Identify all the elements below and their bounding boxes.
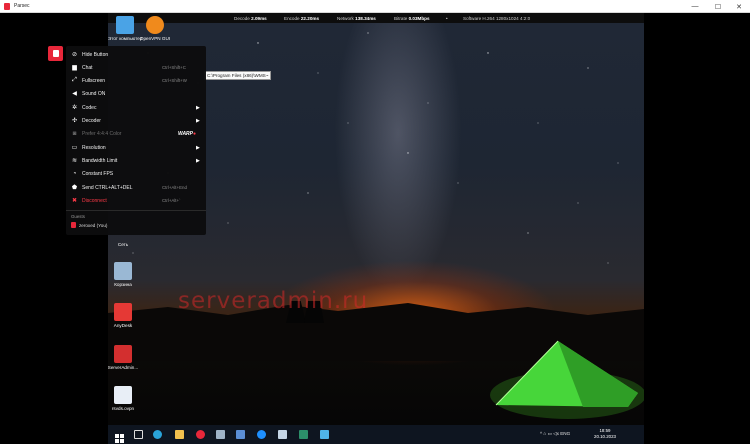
desktop-icon-rsvds-ovpn[interactable]: rsvds.ovpn xyxy=(106,386,140,411)
eye-slash-icon: ⊘ xyxy=(71,52,78,58)
menu-item-fullscreen[interactable]: ⤢ Fullscreen Ctrl+Shift+W xyxy=(66,74,206,87)
parsec-overlay-button[interactable] xyxy=(48,46,63,61)
anydesk-icon xyxy=(114,303,132,321)
glowing-tent xyxy=(490,340,644,419)
windows-taskbar: ^ ⌂ ▭ ◁x ENG 18:59 20.10.2023 xyxy=(108,425,644,444)
menu-divider xyxy=(66,210,206,211)
path-tooltip: C:\Program Files (x86)\WMS~ xyxy=(204,71,272,80)
watermark: serveradmin.ru xyxy=(178,288,369,314)
app-icon[interactable] xyxy=(216,430,225,439)
ovpn-file-icon xyxy=(114,386,132,404)
close-button[interactable]: ✕ xyxy=(728,0,750,13)
parsec-overlay-menu: ⊘ Hide Button ▆ Chat Ctrl+Shift+C ⤢ Full… xyxy=(66,46,206,235)
menu-item-constant-fps[interactable]: ◔ Constant FPS xyxy=(66,167,206,180)
guest-list-item[interactable]: zeroxed (You) xyxy=(71,222,107,228)
chevron-right-icon: ▶ xyxy=(196,157,200,164)
opera-icon[interactable] xyxy=(196,430,205,439)
notepad-icon[interactable] xyxy=(278,430,287,439)
guest-avatar-icon xyxy=(71,222,76,228)
stat-bitrate: Bitrate 0.03Mbps xyxy=(394,15,430,21)
parsec-logo-icon xyxy=(52,50,59,57)
chat-icon: ▆ xyxy=(72,65,77,71)
desktop-icon-serveradmin[interactable]: ServerAdmin... xyxy=(106,345,140,370)
wifi-icon: ≋ xyxy=(71,158,78,164)
stat-network: Network 138.34ms xyxy=(337,15,376,21)
minimize-button[interactable]: — xyxy=(684,0,706,13)
stat-codec: Software H.264 1280x1024 4:2:0 xyxy=(463,15,531,21)
menu-item-disconnect[interactable]: ✖ Disconnect Ctrl+Alt+` xyxy=(66,194,206,207)
fullscreen-icon: ⤢ xyxy=(72,77,77,83)
recycle-bin-icon xyxy=(114,262,132,280)
decoder-icon: ✣ xyxy=(71,118,78,124)
maximize-button[interactable]: ☐ xyxy=(707,0,729,13)
desktop-icon-this-pc[interactable]: Этот компьютер xyxy=(108,16,142,41)
stat-separator: • xyxy=(446,15,448,21)
screen-icon[interactable] xyxy=(320,430,329,439)
gear-icon: ✲ xyxy=(71,105,78,111)
openvpn-icon xyxy=(146,16,164,34)
menu-item-chat[interactable]: ▆ Chat Ctrl+Shift+C xyxy=(66,61,206,74)
stat-decode: Decode 2.09ms xyxy=(234,15,267,21)
internet-explorer-icon[interactable] xyxy=(257,430,266,439)
desktop-icon-anydesk[interactable]: AnyDesk xyxy=(106,303,140,328)
camera-icon: ◙ xyxy=(72,130,77,137)
parsec-logo-icon xyxy=(4,2,10,10)
start-button[interactable] xyxy=(115,430,124,443)
remote-desktop-icon[interactable] xyxy=(236,430,245,439)
guests-heading: Guests xyxy=(71,214,85,219)
menu-item-codec[interactable]: ✲ Codec ▶ xyxy=(66,101,206,114)
menu-item-decoder[interactable]: ✣ Decoder ▶ xyxy=(66,114,206,127)
menu-item-sound[interactable]: ◀ Sound ON xyxy=(66,87,206,100)
serveradmin-icon xyxy=(114,345,132,363)
warp-badge: WARP● xyxy=(178,130,197,137)
task-view-icon[interactable] xyxy=(134,430,143,439)
computer-icon xyxy=(116,16,134,34)
shield-icon: ⬟ xyxy=(71,185,78,191)
menu-item-send-ctrl-alt-del[interactable]: ⬟ Send CTRL+ALT+DEL Ctrl+Alt+End xyxy=(66,181,206,194)
stat-encode: Encode 22.20ms xyxy=(284,15,320,21)
desktop-icon-recycle-bin[interactable]: Корзина xyxy=(106,262,140,287)
clock-icon: ◔ xyxy=(72,170,77,177)
windows-logo-icon xyxy=(115,434,124,443)
chevron-right-icon: ▶ xyxy=(196,104,200,111)
menu-item-resolution[interactable]: ▭ Resolution ▶ xyxy=(66,141,206,154)
stream-stats-bar: Decode 2.09ms Encode 22.20ms Network 138… xyxy=(108,13,644,23)
speaker-icon: ◀ xyxy=(72,91,77,97)
window-titlebar: Parsec — ☐ ✕ xyxy=(0,0,750,13)
terminal-icon[interactable] xyxy=(299,430,308,439)
monitor-icon: ▭ xyxy=(71,145,78,151)
disconnect-icon: ✖ xyxy=(71,198,78,204)
chevron-right-icon: ▶ xyxy=(196,117,200,124)
menu-item-bandwidth-limit[interactable]: ≋ Bandwidth Limit ▶ xyxy=(66,154,206,167)
taskbar-clock[interactable]: 18:59 20.10.2023 xyxy=(594,428,616,440)
desktop-icon-openvpn[interactable]: OpenVPN GUI xyxy=(138,16,172,41)
file-explorer-icon[interactable] xyxy=(175,430,184,439)
chevron-right-icon: ▶ xyxy=(196,144,200,151)
system-tray[interactable]: ^ ⌂ ▭ ◁x ENG xyxy=(540,431,570,437)
menu-item-prefer-444: ◙ Prefer 4:4:4 Color WARP● xyxy=(72,130,197,137)
edge-icon[interactable] xyxy=(153,430,162,439)
menu-item-hide-button[interactable]: ⊘ Hide Button xyxy=(66,48,206,61)
window-title: Parsec xyxy=(14,3,30,9)
